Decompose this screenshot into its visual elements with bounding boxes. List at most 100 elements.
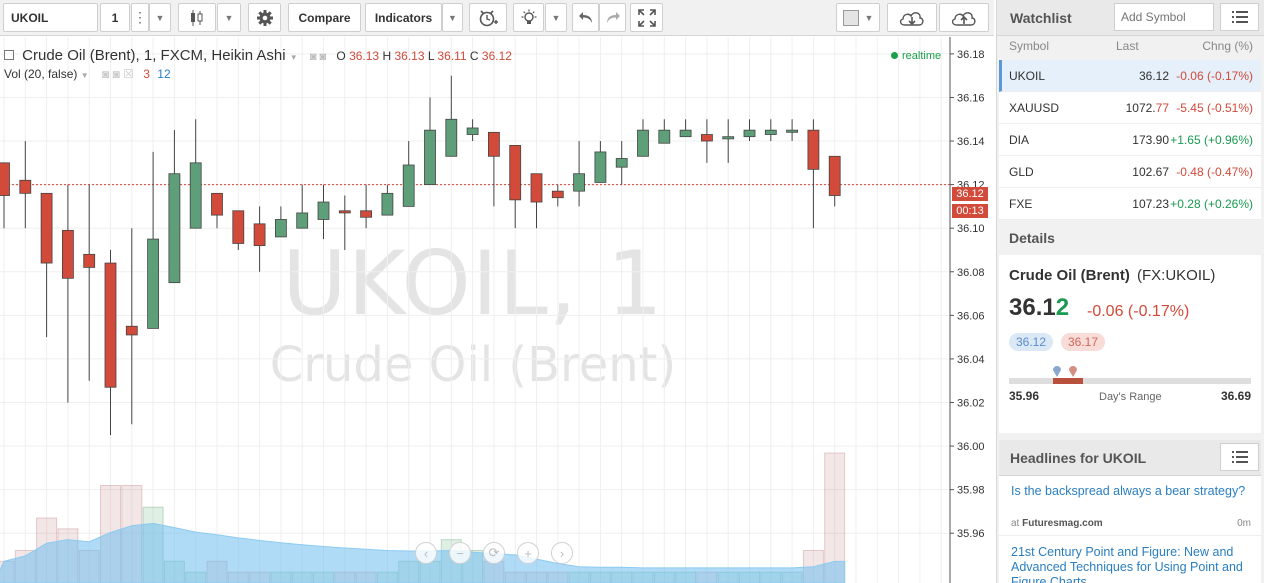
candle-down xyxy=(62,229,74,279)
compare-label: Compare xyxy=(298,10,351,25)
watchlist-menu-button[interactable] xyxy=(1220,3,1259,31)
settings-button[interactable] xyxy=(248,3,281,32)
watchlist-row[interactable]: FXE 107.23 +0.28 (+0.26%) xyxy=(999,188,1261,220)
details-name: Crude Oil (Brent) (FX:UKOIL) xyxy=(1009,267,1215,284)
axis-tick-label: 36.04 xyxy=(957,354,985,366)
candle-down xyxy=(828,155,841,196)
row-change: -5.45 (-0.51%) xyxy=(1176,101,1253,115)
undo-icon xyxy=(578,11,592,23)
zoom-in-button[interactable]: + xyxy=(517,542,539,564)
indicators-dropdown[interactable]: ▼ xyxy=(442,3,463,32)
candle-down xyxy=(360,210,373,218)
volume-label: Vol (20, false) xyxy=(4,67,78,81)
candle-up xyxy=(296,212,309,229)
price-chart: 36.18 36.16 36.14 36.12 36.10 36.08 36.06 36.04… xyxy=(0,37,994,583)
zoom-out-button[interactable]: − xyxy=(449,542,471,564)
watchlist-row[interactable]: UKOIL 36.12 -0.06 (-0.17%) xyxy=(999,60,1261,92)
bid-badge: 36.12 xyxy=(1009,333,1054,351)
interval-dropdown-button[interactable]: ▼ xyxy=(149,3,171,32)
axis-tick-label: 35.96 xyxy=(957,528,985,540)
chevron-down-icon: ▼ xyxy=(448,12,457,23)
volume-settings-icon[interactable]: ◙ ◙ ☒ xyxy=(102,67,134,81)
row-last: 107.23 xyxy=(1132,197,1169,211)
candle-down xyxy=(530,173,543,203)
candle-down xyxy=(83,253,96,268)
volume-value-2: 12 xyxy=(157,67,171,81)
legend-title: Crude Oil (Brent), 1, FXCM, Heikin Ashi xyxy=(22,47,286,64)
watchlist-row[interactable]: XAUUSD 1072.77 -5.45 (-0.51%) xyxy=(999,92,1261,124)
headline-source: at Futuresmag.com xyxy=(1011,518,1103,529)
indicators-button[interactable]: Indicators xyxy=(365,3,442,32)
alert-button[interactable] xyxy=(469,3,507,32)
hint-dropdown[interactable]: ▼ xyxy=(545,3,567,32)
candle-up xyxy=(274,219,287,238)
candle-up xyxy=(722,136,735,140)
hint-button[interactable] xyxy=(513,3,544,32)
redo-button[interactable] xyxy=(599,3,626,32)
axis-tick-label: 35.98 xyxy=(957,485,985,497)
bid-marker-icon xyxy=(1053,366,1061,377)
col-symbol[interactable]: Symbol xyxy=(1009,39,1049,53)
row-symbol: FXE xyxy=(1009,197,1033,211)
chart-area[interactable]: UKOIL, 1 Crude Oil (Brent) 36.18 36.16 36.… xyxy=(0,37,994,583)
add-symbol-input[interactable] xyxy=(1114,3,1214,31)
undo-button[interactable] xyxy=(572,3,599,32)
low-value: 36.11 xyxy=(437,49,467,63)
volume-value-1: 3 xyxy=(143,67,150,81)
scroll-left-button[interactable]: ‹ xyxy=(415,542,437,564)
symbol-input[interactable]: UKOIL xyxy=(3,3,98,32)
open-value: 36.13 xyxy=(349,49,380,63)
col-change[interactable]: Chng (%) xyxy=(1202,39,1253,53)
chart-style-button[interactable] xyxy=(178,3,216,32)
candle-up xyxy=(424,129,436,186)
load-chart-button[interactable] xyxy=(887,3,937,32)
reset-button[interactable]: ⟳ xyxy=(483,542,505,564)
redo-icon xyxy=(606,11,620,23)
chevron-down-icon[interactable]: ▼ xyxy=(290,53,298,62)
watchlist-row[interactable]: GLD 102.67 -0.48 (-0.47%) xyxy=(999,156,1261,188)
candle-up xyxy=(402,164,415,207)
gear-icon xyxy=(256,9,273,26)
right-panel: Watchlist Symbol Last Chng (%) UKOIL 36.… xyxy=(996,0,1264,583)
details-price: 36.12 xyxy=(1009,294,1069,322)
layout-button[interactable]: ▼ xyxy=(836,3,880,32)
more-vertical-icon: ⋮ xyxy=(133,9,147,25)
save-chart-button[interactable] xyxy=(939,3,989,32)
details-change: -0.06 (-0.17%) xyxy=(1087,303,1190,320)
interval-options-button[interactable]: ⋮ xyxy=(131,3,149,32)
candle-down xyxy=(253,223,266,247)
headline-link[interactable]: Is the backspread always a bear strategy… xyxy=(1011,484,1249,499)
watchlist-title: Watchlist xyxy=(1010,10,1072,26)
compare-button[interactable]: Compare xyxy=(288,3,361,32)
high-label: H xyxy=(382,49,392,63)
candle-up xyxy=(445,118,458,157)
price-main: 36.1 xyxy=(1009,294,1056,321)
row-last-tail: 77 xyxy=(1155,101,1169,115)
headline-link[interactable]: 21st Century Point and Figure: New and A… xyxy=(1011,545,1249,583)
chevron-down-icon[interactable]: ▼ xyxy=(81,71,89,80)
candle-down xyxy=(125,325,138,336)
legend-collapse-icon[interactable] xyxy=(4,50,14,60)
cloud-download-icon xyxy=(899,11,924,26)
fullscreen-button[interactable] xyxy=(630,3,663,32)
headlines-list: Is the backspread always a bear strategy… xyxy=(999,476,1261,583)
row-last: 102.67 xyxy=(1132,165,1169,179)
col-last[interactable]: Last xyxy=(1116,39,1139,53)
candle-up xyxy=(381,192,394,216)
candle-up xyxy=(679,129,692,138)
row-last: 1072.77 xyxy=(1126,101,1169,115)
candle-up xyxy=(786,129,798,133)
details-header: Details xyxy=(999,221,1261,253)
headlines-menu-button[interactable] xyxy=(1220,443,1259,471)
axis-tick-label: 36.00 xyxy=(957,441,985,453)
range-high: 36.69 xyxy=(1220,389,1251,403)
headlines-header: Headlines for UKOIL xyxy=(999,440,1261,476)
watchlist-row[interactable]: DIA 173.90 +1.65 (+0.96%) xyxy=(999,124,1261,156)
price-last-digit: 2 xyxy=(1055,294,1070,321)
list-icon xyxy=(1231,451,1248,463)
scroll-right-button[interactable]: › xyxy=(551,542,573,564)
legend-settings-icon[interactable]: ◙ ◙ xyxy=(310,51,326,63)
chart-style-dropdown[interactable]: ▼ xyxy=(217,3,241,32)
interval-select[interactable]: 1 xyxy=(100,3,130,32)
candle-down xyxy=(232,210,245,244)
